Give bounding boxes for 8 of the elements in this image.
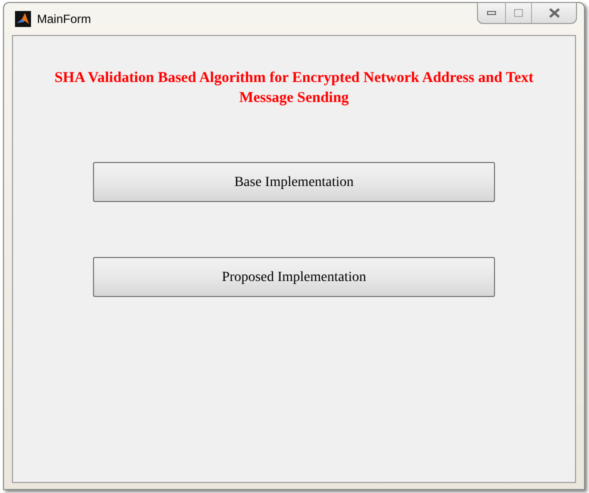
action-button[interactable]: Proposed Implementation [93, 257, 495, 297]
action-button[interactable]: Base Implementation [93, 162, 495, 202]
minimize-icon [487, 11, 496, 15]
maximize-icon [514, 9, 523, 17]
close-icon [548, 8, 560, 18]
heading: SHA Validation Based Algorithm for Encrypted Network Address and Text Message Sending [54, 69, 534, 108]
app-icon [15, 11, 31, 27]
window-title: MainForm [37, 11, 92, 28]
